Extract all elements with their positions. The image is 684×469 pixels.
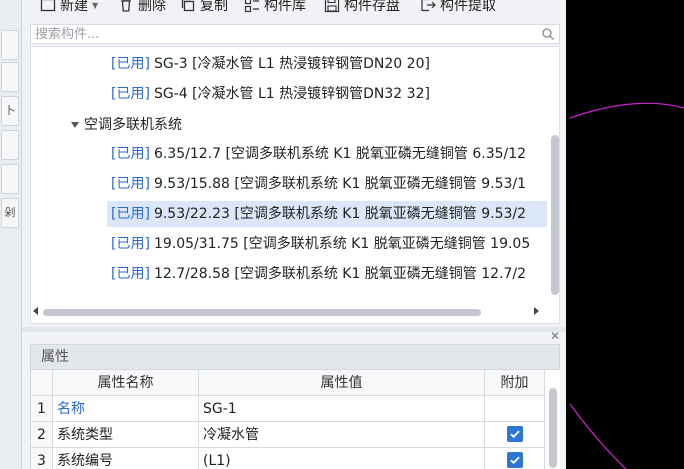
property-value[interactable]: 冷凝水管 <box>199 422 485 448</box>
used-tag: [已用] <box>111 56 150 72</box>
library-icon <box>244 0 259 13</box>
save-label: 构件存盘 <box>344 0 400 14</box>
tree-item-selected[interactable]: [已用] 9.53/22.23 [空调多联机系统 K1 脱氧亚磷无缝铜管 9.53… <box>107 201 547 227</box>
tree-item-label: 9.53/22.23 [空调多联机系统 K1 脱氧亚磷无缝铜管 9.53/2 <box>153 206 527 222</box>
left-strip-tab-1[interactable] <box>1 30 19 60</box>
cad-canvas[interactable] <box>566 0 684 469</box>
extract-icon <box>421 0 436 12</box>
column-header-value[interactable]: 属性值 <box>199 370 485 396</box>
left-strip-tab-2[interactable] <box>1 62 19 92</box>
checkmark-icon <box>510 430 520 439</box>
properties-vertical-scrollbar[interactable] <box>549 388 557 468</box>
tree-item[interactable]: [已用] 19.05/31.75 [空调多联机系统 K1 脱氧亚磷无缝铜管 19.… <box>111 231 530 257</box>
used-tag: [已用] <box>111 176 150 192</box>
cad-arc <box>569 102 684 119</box>
panel-splitter[interactable] <box>22 327 566 332</box>
search-input[interactable] <box>35 26 531 42</box>
property-name: 系统类型 <box>53 422 199 448</box>
new-icon <box>40 0 56 12</box>
tree-item[interactable]: [已用] 6.35/12.7 [空调多联机系统 K1 脱氧亚磷无缝铜管 6.35/… <box>111 141 526 167</box>
property-extra-cell <box>485 396 545 422</box>
copy-icon <box>181 0 195 12</box>
tree-item-label: 19.05/31.75 [空调多联机系统 K1 脱氧亚磷无缝铜管 19.05 <box>153 236 531 252</box>
property-extra-cell <box>485 448 545 469</box>
tree-item[interactable]: [已用] 12.7/28.58 [空调多联机系统 K1 脱氧亚磷无缝铜管 12.7… <box>111 261 526 287</box>
tree-horizontal-scrollbar[interactable] <box>43 309 481 316</box>
left-collapsed-strip: 卜 剁 <box>0 0 22 469</box>
component-extract-button[interactable]: 构件提取 <box>420 0 496 16</box>
new-button[interactable]: 新建 ▼ <box>40 0 98 16</box>
property-value[interactable]: (L1) <box>199 448 485 469</box>
used-tag: [已用] <box>111 206 150 222</box>
component-toolbar: 新建 ▼ 删除 复制 构件库 构件存盘 构件提取 <box>22 0 566 22</box>
row-number: 3 <box>31 448 53 469</box>
extra-checkbox[interactable] <box>507 452 523 468</box>
tree-item-label: 6.35/12.7 [空调多联机系统 K1 脱氧亚磷无缝铜管 6.35/12 <box>153 146 527 162</box>
extra-checkbox[interactable] <box>507 426 523 442</box>
component-library-button[interactable]: 构件库 <box>244 0 306 16</box>
tree-item-label: SG-4 [冷凝水管 L1 热浸镀锌钢管DN32 32] <box>153 86 430 102</box>
used-tag: [已用] <box>111 86 150 102</box>
checkmark-icon <box>510 456 520 465</box>
left-strip-tab-5[interactable] <box>1 164 19 194</box>
property-name: 名称 <box>53 396 199 422</box>
grid-corner <box>31 370 53 396</box>
properties-grid: 属性名称 属性值 附加 1 名称 SG-1 2 系统类型 冷凝水管 3 系统编号… <box>30 370 560 469</box>
component-tree: [已用] SG-3 [冷凝水管 L1 热浸镀锌钢管DN20 20] [已用] SG-… <box>30 46 560 324</box>
used-tag: [已用] <box>111 146 150 162</box>
left-strip-tab-4[interactable] <box>1 130 19 160</box>
used-tag: [已用] <box>111 236 150 252</box>
tree-item[interactable]: [已用] SG-4 [冷凝水管 L1 热浸镀锌钢管DN32 32] <box>111 81 430 107</box>
library-label: 构件库 <box>264 0 306 14</box>
save-disk-icon <box>324 0 340 13</box>
delete-button[interactable]: 删除 <box>118 0 166 16</box>
cad-drawing <box>569 102 684 469</box>
property-extra-cell <box>485 422 545 448</box>
column-header-extra[interactable]: 附加 <box>485 370 545 396</box>
new-dropdown-icon[interactable]: ▼ <box>92 1 98 10</box>
left-strip-tab-6[interactable]: 剁 <box>1 198 19 228</box>
tree-item-label: 9.53/15.88 [空调多联机系统 K1 脱氧亚磷无缝铜管 9.53/1 <box>153 176 527 192</box>
delete-label: 删除 <box>138 0 166 14</box>
used-tag: [已用] <box>111 266 150 282</box>
component-search-box <box>30 24 560 44</box>
property-name: 系统编号 <box>53 448 199 469</box>
trash-icon <box>121 0 131 12</box>
column-header-name[interactable]: 属性名称 <box>53 370 199 396</box>
copy-button[interactable]: 复制 <box>180 0 228 16</box>
component-save-button[interactable]: 构件存盘 <box>324 0 400 16</box>
extract-label: 构件提取 <box>440 0 496 14</box>
row-number: 2 <box>31 422 53 448</box>
left-strip-tab-3[interactable]: 卜 <box>1 96 19 126</box>
tree-item[interactable]: [已用] 9.53/15.88 [空调多联机系统 K1 脱氧亚磷无缝铜管 9.53… <box>111 171 526 197</box>
new-label: 新建 <box>60 0 88 14</box>
expand-arrow-icon[interactable] <box>71 122 79 128</box>
tree-group-air-conditioning[interactable]: 空调多联机系统 <box>71 113 182 137</box>
copy-label: 复制 <box>200 0 228 14</box>
properties-title: 属性 <box>30 344 560 370</box>
property-value[interactable]: SG-1 <box>199 396 485 422</box>
cad-arc <box>569 403 627 469</box>
search-icon[interactable] <box>541 27 555 41</box>
tree-item[interactable]: [已用] SG-3 [冷凝水管 L1 热浸镀锌钢管DN20 20] <box>111 51 430 77</box>
tree-item-label: 12.7/28.58 [空调多联机系统 K1 脱氧亚磷无缝铜管 12.7/2 <box>153 266 527 282</box>
tree-group-label: 空调多联机系统 <box>84 117 182 133</box>
component-panel: 新建 ▼ 删除 复制 构件库 构件存盘 构件提取 [已用]SG-3 [冷凝水管 <box>22 0 566 469</box>
scroll-right-arrow-icon[interactable] <box>534 307 539 315</box>
close-icon[interactable]: ✕ <box>549 330 561 342</box>
tree-vertical-scrollbar[interactable] <box>551 135 559 295</box>
row-number: 1 <box>31 396 53 422</box>
tree-item-label: SG-3 [冷凝水管 L1 热浸镀锌钢管DN20 20] <box>153 56 430 72</box>
scroll-left-arrow-icon[interactable] <box>33 307 38 315</box>
